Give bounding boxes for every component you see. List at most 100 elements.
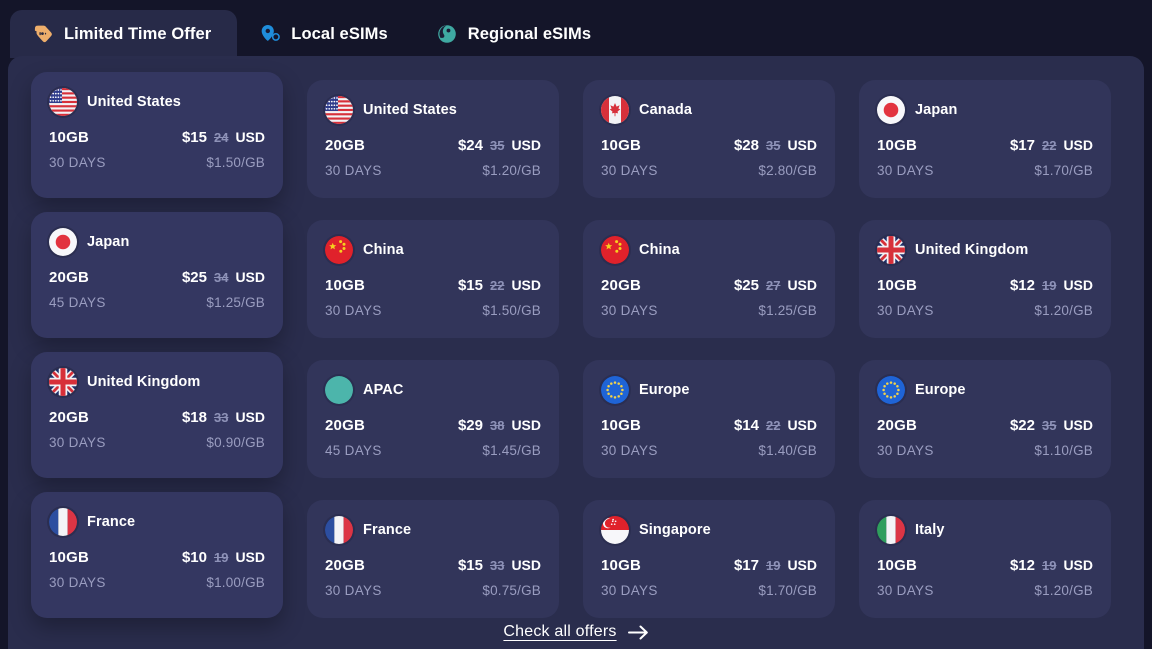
offer-currency: USD <box>1063 137 1093 153</box>
offer-country: France <box>87 514 136 530</box>
offer-primary-row: 10GB $14 22 USD <box>601 417 817 434</box>
offer-card[interactable]: Europe 10GB $14 22 USD 30 DAYS $1.40/GB <box>583 360 835 478</box>
flag-icon-apac <box>325 376 353 404</box>
offer-country: Europe <box>639 382 690 398</box>
offer-secondary-row: 45 DAYS $1.25/GB <box>49 295 265 310</box>
flag-icon-jp <box>49 228 77 256</box>
offer-card[interactable]: Japan 10GB $17 22 USD 30 DAYS $1.70/GB <box>859 80 1111 198</box>
offer-card-header: Italy <box>877 516 1093 544</box>
offer-old-price: 38 <box>489 418 505 433</box>
offer-country: Europe <box>915 382 966 398</box>
offer-price-per-gb: $1.10/GB <box>1034 443 1093 458</box>
flag-icon-eu <box>601 376 629 404</box>
offer-card-header: United States <box>325 96 541 124</box>
offer-card-header: Japan <box>49 228 265 256</box>
offer-card[interactable]: APAC 20GB $29 38 USD 45 DAYS $1.45/GB <box>307 360 559 478</box>
offer-country: Singapore <box>639 522 711 538</box>
offer-card[interactable]: Singapore 10GB $17 19 USD 30 DAYS $1.70/GB <box>583 500 835 618</box>
offer-price-group: $15 24 USD <box>182 129 265 146</box>
offer-primary-row: 10GB $10 19 USD <box>49 549 265 566</box>
offer-card-header: Singapore <box>601 516 817 544</box>
tab-regional-esims[interactable]: Regional eSIMs <box>414 10 617 58</box>
offer-card-header: United States <box>49 88 265 116</box>
offer-card[interactable]: United States 10GB $15 24 USD 30 DAYS $1.50/GB <box>31 72 283 198</box>
offer-country: Italy <box>915 522 945 538</box>
offer-secondary-row: 30 DAYS $1.20/GB <box>877 583 1093 598</box>
offer-primary-row: 20GB $24 35 USD <box>325 137 541 154</box>
offer-data-amount: 10GB <box>877 137 917 154</box>
offer-secondary-row: 30 DAYS $1.70/GB <box>877 163 1093 178</box>
offer-card[interactable]: France 10GB $10 19 USD 30 DAYS $1.00/GB <box>31 492 283 618</box>
check-all-offers-link[interactable]: Check all offers <box>503 623 648 641</box>
offer-card[interactable]: United States 20GB $24 35 USD 30 DAYS $1.20/GB <box>307 80 559 198</box>
offer-primary-row: 20GB $22 35 USD <box>877 417 1093 434</box>
offer-price: $15 <box>457 557 483 574</box>
offer-price-per-gb: $1.20/GB <box>1034 583 1093 598</box>
offer-old-price: 34 <box>213 270 229 285</box>
flag-icon-it <box>877 516 905 544</box>
offer-price-per-gb: $1.50/GB <box>482 303 541 318</box>
offer-duration: 30 DAYS <box>877 303 934 318</box>
offer-currency: USD <box>787 557 817 573</box>
offer-price-per-gb: $0.90/GB <box>206 435 265 450</box>
offer-card[interactable]: United Kingdom 10GB $12 19 USD 30 DAYS $1.20/G… <box>859 220 1111 338</box>
offer-card[interactable]: Italy 10GB $12 19 USD 30 DAYS $1.20/GB <box>859 500 1111 618</box>
offer-primary-row: 20GB $25 34 USD <box>49 269 265 286</box>
offer-old-price: 19 <box>765 558 781 573</box>
offer-price: $22 <box>1009 417 1035 434</box>
offer-card-header: United Kingdom <box>49 368 265 396</box>
offer-price-group: $29 38 USD <box>458 417 541 434</box>
offer-old-price: 35 <box>489 138 505 153</box>
offer-data-amount: 10GB <box>877 557 917 574</box>
flag-icon-jp <box>877 96 905 124</box>
offer-price-per-gb: $0.75/GB <box>482 583 541 598</box>
flag-icon-gb <box>49 368 77 396</box>
offer-secondary-row: 30 DAYS $0.75/GB <box>325 583 541 598</box>
offer-currency: USD <box>1063 277 1093 293</box>
offer-duration: 30 DAYS <box>877 583 934 598</box>
offer-secondary-row: 30 DAYS $1.10/GB <box>877 443 1093 458</box>
offer-card[interactable]: China 10GB $15 22 USD 30 DAYS $1.50/GB <box>307 220 559 338</box>
offer-card[interactable]: Europe 20GB $22 35 USD 30 DAYS $1.10/GB <box>859 360 1111 478</box>
flag-icon-fr <box>325 516 353 544</box>
offer-currency: USD <box>235 129 265 145</box>
offer-price: $17 <box>733 557 759 574</box>
offer-card-header: France <box>325 516 541 544</box>
offer-card[interactable]: Japan 20GB $25 34 USD 45 DAYS $1.25/GB <box>31 212 283 338</box>
offer-price-per-gb: $1.50/GB <box>206 155 265 170</box>
offer-duration: 30 DAYS <box>49 155 106 170</box>
offer-card-header: China <box>601 236 817 264</box>
tab-local-esims[interactable]: Local eSIMs <box>237 10 413 58</box>
offer-secondary-row: 30 DAYS $1.20/GB <box>325 163 541 178</box>
offer-card-header: France <box>49 508 265 536</box>
offer-card[interactable]: United Kingdom 20GB $18 33 USD 30 DAYS $0.90/G… <box>31 352 283 478</box>
flag-icon-gb <box>877 236 905 264</box>
offer-data-amount: 10GB <box>601 417 641 434</box>
offers-panel: United States 10GB $15 24 USD 30 DAYS $1.50/GB… <box>8 56 1144 649</box>
offer-secondary-row: 30 DAYS $1.40/GB <box>601 443 817 458</box>
offer-card[interactable]: Canada 10GB $28 35 USD 30 DAYS $2.80/GB <box>583 80 835 198</box>
offer-price-per-gb: $1.25/GB <box>206 295 265 310</box>
offer-currency: USD <box>235 269 265 285</box>
offer-price-group: $25 27 USD <box>734 277 817 294</box>
offer-currency: USD <box>511 277 541 293</box>
offer-card-header: Europe <box>601 376 817 404</box>
offer-old-price: 33 <box>489 558 505 573</box>
flag-icon-ca <box>601 96 629 124</box>
offer-price-per-gb: $1.70/GB <box>1034 163 1093 178</box>
offer-card[interactable]: China 20GB $25 27 USD 30 DAYS $1.25/GB <box>583 220 835 338</box>
offer-data-amount: 10GB <box>49 549 89 566</box>
offer-price: $12 <box>1009 557 1035 574</box>
offer-currency: USD <box>511 557 541 573</box>
offer-country: France <box>363 522 412 538</box>
offer-old-price: 33 <box>213 410 229 425</box>
offer-currency: USD <box>511 137 541 153</box>
offer-country: China <box>639 242 680 258</box>
offer-data-amount: 20GB <box>325 137 365 154</box>
tab-limited-time-offer[interactable]: Limited Time Offer <box>10 10 238 58</box>
offer-secondary-row: 30 DAYS $1.00/GB <box>49 575 265 590</box>
offer-primary-row: 10GB $15 24 USD <box>49 129 265 146</box>
offer-old-price: 19 <box>1041 278 1057 293</box>
offer-card[interactable]: France 20GB $15 33 USD 30 DAYS $0.75/GB <box>307 500 559 618</box>
offer-price: $25 <box>733 277 759 294</box>
